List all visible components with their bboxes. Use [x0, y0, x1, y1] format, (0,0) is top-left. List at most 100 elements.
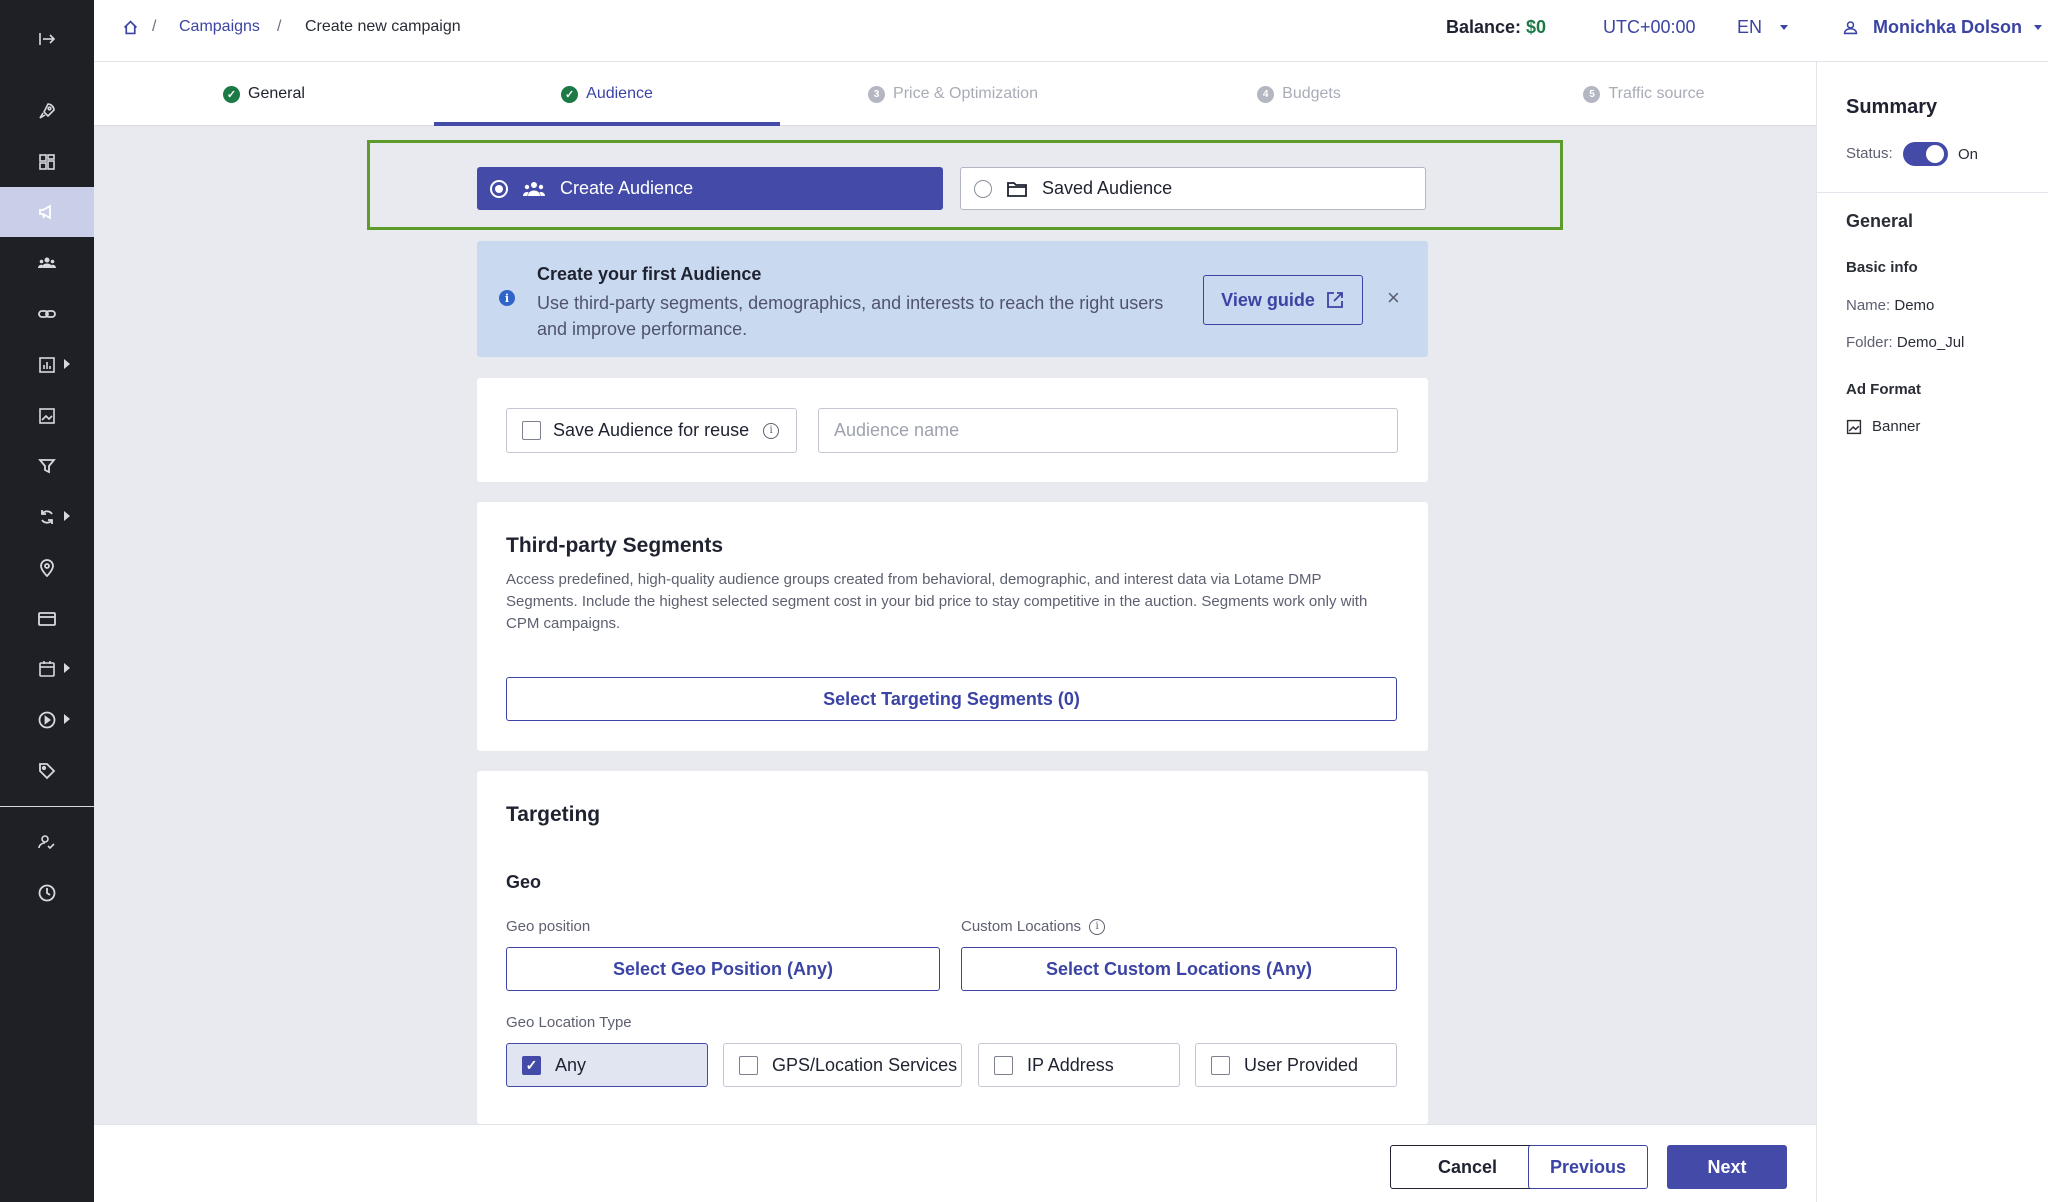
credit-card-icon[interactable]: [0, 594, 94, 644]
toggle-knob: [1926, 145, 1944, 163]
user-menu[interactable]: Monichka Dolson: [1873, 17, 2022, 38]
location-type-ip-address[interactable]: IP Address: [978, 1043, 1180, 1087]
home-icon[interactable]: [122, 19, 139, 41]
create-audience-option[interactable]: Create Audience: [477, 167, 943, 210]
select-geo-position-button[interactable]: Select Geo Position (Any): [506, 947, 940, 991]
location-type-label: GPS/Location Services: [772, 1054, 958, 1075]
expand-caret-icon: [64, 511, 70, 521]
timezone-selector[interactable]: UTC+00:00: [1603, 17, 1696, 38]
previous-button[interactable]: Previous: [1528, 1145, 1648, 1189]
rocket-icon[interactable]: [0, 86, 94, 136]
summary-general-title: General: [1846, 211, 1914, 231]
tab-audience[interactable]: ✓ Audience: [434, 62, 780, 126]
radio-unselected-icon: [974, 179, 992, 198]
balance-label: Balance:: [1446, 17, 1522, 37]
basic-info-title: Basic info: [1846, 259, 1918, 276]
checkbox-checked-icon[interactable]: ✓: [522, 1055, 541, 1075]
megaphone-icon[interactable]: [0, 187, 94, 237]
sync-icon[interactable]: [0, 492, 94, 542]
wizard-steps: ✓ General ✓ Audience 3 Price & Optimizat…: [94, 62, 1816, 126]
link-icon[interactable]: [0, 289, 94, 339]
tab-general[interactable]: ✓ General: [94, 62, 434, 126]
info-icon: i: [499, 290, 515, 306]
summary-divider: [1817, 192, 2048, 193]
geo-title: Geo: [506, 872, 542, 892]
tag-icon[interactable]: [0, 746, 94, 796]
summary-name-row: Name: Demo: [1846, 297, 1934, 314]
users-icon: [522, 180, 546, 198]
info-icon[interactable]: i: [1089, 918, 1106, 935]
chart-icon[interactable]: [0, 340, 94, 390]
check-icon: ✓: [561, 85, 579, 103]
summary-title: Summary: [1846, 96, 1938, 118]
location-type-user-provided[interactable]: User Provided: [1195, 1043, 1397, 1087]
play-icon[interactable]: [0, 695, 94, 745]
select-targeting-segments-button[interactable]: Select Targeting Segments (0): [506, 677, 1397, 721]
chevron-down-icon[interactable]: [2034, 25, 2042, 30]
summary-folder-value: Demo_Jul: [1896, 334, 1965, 351]
close-icon[interactable]: ×: [1387, 285, 1400, 311]
dashboard-icon[interactable]: [0, 137, 94, 187]
tab-label: Budgets: [1282, 85, 1341, 102]
tab-traffic-source[interactable]: 5 Traffic source: [1472, 62, 1816, 126]
location-type-label: User Provided: [1244, 1054, 1359, 1075]
geo-location-type-label-text: Geo Location Type: [506, 1014, 632, 1031]
sidebar-divider: [0, 806, 94, 807]
calendar-icon[interactable]: [0, 644, 94, 694]
location-type-label: Any: [555, 1054, 587, 1075]
info-icon[interactable]: i: [763, 422, 780, 439]
status-toggle[interactable]: [1903, 142, 1948, 166]
user-icon: [1842, 19, 1859, 41]
ad-format-row: Banner: [1846, 418, 1920, 435]
status-label: Status:: [1846, 145, 1893, 162]
select-custom-locations-button[interactable]: Select Custom Locations (Any): [961, 947, 1397, 991]
third-party-segments-card: Third-party Segments Access predefined, …: [477, 502, 1428, 751]
step-number: 4: [1257, 85, 1275, 103]
location-pin-icon[interactable]: [0, 543, 94, 593]
clock-icon[interactable]: [0, 868, 94, 918]
save-audience-checkbox[interactable]: [522, 421, 541, 440]
saved-audience-option[interactable]: Saved Audience: [960, 167, 1426, 210]
save-audience-label: Save Audience for reuse: [553, 420, 750, 440]
tab-price-optimization[interactable]: 3 Price & Optimization: [780, 62, 1126, 126]
check-icon: ✓: [223, 85, 241, 103]
sidebar: [0, 0, 94, 1202]
user-check-icon[interactable]: [0, 817, 94, 867]
info-banner: i Create your first Audience Use third-p…: [477, 241, 1428, 357]
summary-name-value: Demo: [1894, 297, 1935, 314]
cancel-button[interactable]: Cancel: [1390, 1145, 1545, 1189]
image-icon[interactable]: [0, 391, 94, 441]
save-audience-checkbox-field[interactable]: Save Audience for reuse i: [506, 408, 797, 453]
tab-label: Traffic source: [1608, 85, 1705, 102]
active-tab-indicator: [434, 122, 780, 126]
folder-icon: [1006, 180, 1028, 198]
balance-value: $0: [1526, 17, 1547, 37]
collapse-icon[interactable]: [0, 14, 94, 64]
audience-name-input[interactable]: [818, 408, 1398, 453]
checkbox-icon[interactable]: [739, 1055, 758, 1075]
tab-budgets[interactable]: 4 Budgets: [1126, 62, 1472, 126]
image-icon: [1846, 419, 1862, 435]
view-guide-button[interactable]: View guide: [1203, 275, 1363, 325]
checkbox-icon[interactable]: [994, 1055, 1013, 1075]
language-selector[interactable]: EN: [1737, 17, 1762, 38]
view-guide-label: View guide: [1221, 289, 1315, 310]
custom-locations-label: Custom Locations i: [961, 918, 1106, 935]
expand-caret-icon: [64, 359, 70, 369]
location-type-gps[interactable]: GPS/Location Services: [723, 1043, 962, 1087]
location-type-any[interactable]: ✓ Any: [506, 1043, 708, 1087]
breadcrumb-campaigns-link[interactable]: Campaigns: [179, 18, 260, 36]
create-audience-label: Create Audience: [560, 178, 694, 198]
users-icon[interactable]: [0, 238, 94, 288]
geo-location-type-label: Geo Location Type: [506, 1014, 632, 1031]
ad-format-title: Ad Format: [1846, 381, 1921, 398]
info-banner-title: Create your first Audience: [537, 264, 762, 284]
breadcrumb-current: Create new campaign: [305, 18, 461, 35]
next-button[interactable]: Next: [1667, 1145, 1787, 1189]
footer-actions: Cancel Previous Next: [94, 1124, 1816, 1202]
targeting-title: Targeting: [506, 803, 601, 826]
filter-icon[interactable]: [0, 441, 94, 491]
summary-panel: Summary Status: On General Basic info Na…: [1816, 62, 2048, 1202]
chevron-down-icon[interactable]: [1780, 25, 1788, 30]
checkbox-icon[interactable]: [1211, 1055, 1230, 1075]
